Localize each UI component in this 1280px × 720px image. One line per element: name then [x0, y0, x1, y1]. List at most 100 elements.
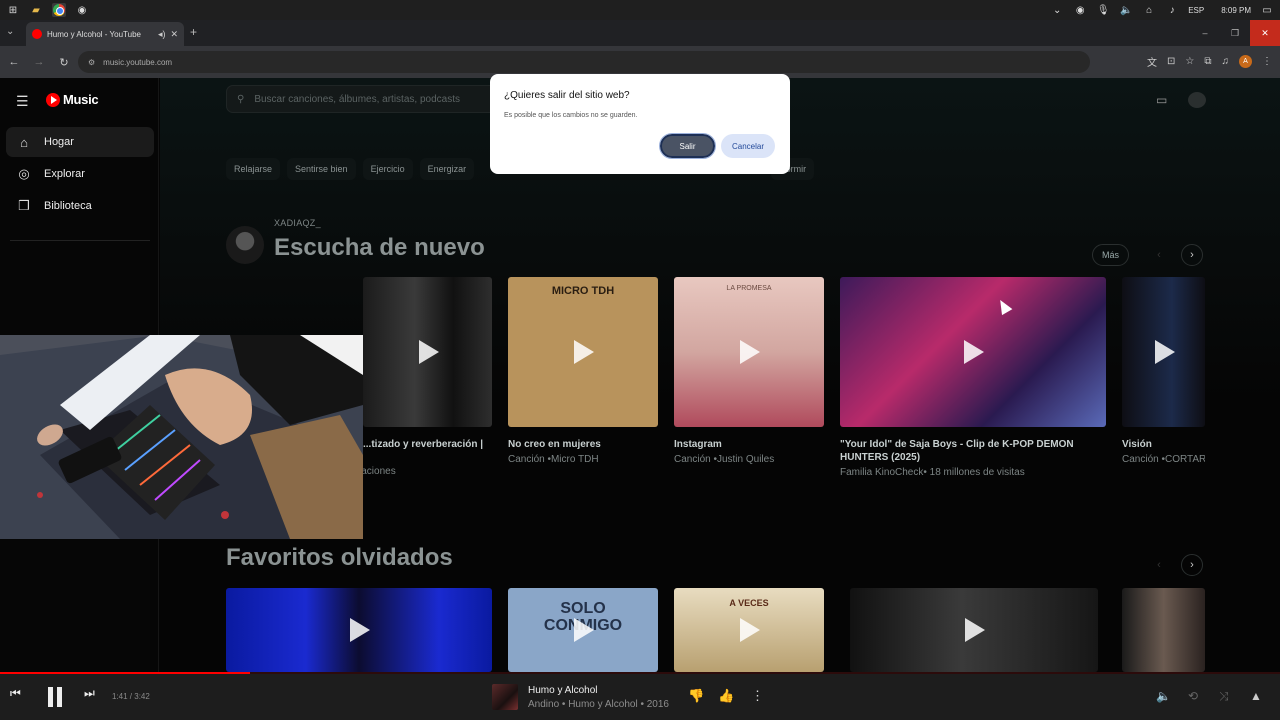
- sidebar-divider: [10, 240, 150, 241]
- new-tab-icon[interactable]: +: [190, 25, 197, 39]
- windows-icon[interactable]: ⊞: [6, 3, 20, 17]
- card2-thumbnail-5[interactable]: [1122, 588, 1205, 672]
- profile-avatar[interactable]: A: [1239, 55, 1252, 68]
- more-button[interactable]: Más: [1092, 244, 1129, 266]
- cast-icon[interactable]: ▭: [1156, 93, 1167, 107]
- card2-thumbnail-1[interactable]: [226, 588, 492, 672]
- ytmusic-logo[interactable]: Music: [46, 92, 99, 107]
- chrome-icon[interactable]: [52, 3, 66, 17]
- close-tab-icon[interactable]: ✕: [170, 29, 178, 40]
- carousel2-next-icon[interactable]: ›: [1181, 554, 1203, 576]
- audio-playing-icon[interactable]: ◂): [158, 29, 166, 40]
- now-playing-thumbnail[interactable]: [492, 684, 518, 710]
- site-info-icon[interactable]: ⚙: [88, 58, 95, 67]
- section-title-listen-again: Escucha de nuevo: [274, 234, 485, 261]
- card-thumbnail-3[interactable]: LA PROMESA: [674, 277, 824, 427]
- card-title-1[interactable]: ...tizado y reverberación |: [363, 438, 483, 451]
- extensions-icon[interactable]: ⧉: [1204, 56, 1211, 67]
- leave-button[interactable]: Salir: [659, 133, 716, 159]
- expand-player-icon[interactable]: ▲: [1250, 689, 1262, 703]
- like-icon[interactable]: 👍: [718, 688, 734, 704]
- forward-icon[interactable]: →: [28, 56, 50, 68]
- install-app-icon[interactable]: ⊡: [1167, 56, 1175, 67]
- reload-icon[interactable]: ↻: [53, 56, 75, 69]
- leave-site-dialog: ¿Quieres salir del sitio web? Es posible…: [490, 74, 790, 174]
- browser-tab[interactable]: Humo y Alcohol - YouTube ◂) ✕: [26, 22, 184, 46]
- chip-energizar[interactable]: Energizar: [419, 158, 475, 180]
- volume-icon[interactable]: 🔈: [1156, 689, 1171, 703]
- section-user: XADIAQZ_: [274, 218, 321, 228]
- omnibox[interactable]: ⚙ music.youtube.com: [78, 51, 1090, 73]
- card2-thumbnail-3[interactable]: A VECES: [674, 588, 824, 672]
- card-thumbnail-2[interactable]: MICRO TDH: [508, 277, 658, 427]
- chip-relajarse[interactable]: Relajarse: [226, 158, 281, 180]
- media-control-icon[interactable]: ♫: [1222, 56, 1230, 67]
- tab-strip: ⌄ Humo y Alcohol - YouTube ◂) ✕ + – ❐ ✕: [0, 20, 1280, 46]
- microphone-icon[interactable]: 🎙: [1096, 3, 1110, 17]
- minimize-icon[interactable]: –: [1190, 20, 1220, 46]
- speaker-icon[interactable]: ♪: [1165, 3, 1179, 17]
- restore-icon[interactable]: ❐: [1220, 20, 1250, 46]
- notifications-icon[interactable]: ▭: [1260, 3, 1274, 17]
- translate-icon[interactable]: 文: [1147, 54, 1157, 69]
- clock[interactable]: 8:09 PM: [1221, 6, 1251, 15]
- bookmark-star-icon[interactable]: ☆: [1185, 56, 1194, 67]
- carousel2-prev-icon[interactable]: ‹: [1148, 554, 1170, 576]
- chip-ejercicio[interactable]: Ejercicio: [362, 158, 413, 180]
- carousel-prev-icon[interactable]: ‹: [1148, 244, 1170, 266]
- sidebar-item-hogar[interactable]: ⌂ Hogar: [6, 127, 154, 157]
- account-avatar[interactable]: [1188, 92, 1206, 108]
- card2-thumbnail-4[interactable]: [850, 588, 1098, 672]
- album-art-text: LA PROMESA: [726, 285, 772, 292]
- close-window-icon[interactable]: ✕: [1250, 20, 1280, 46]
- card-title-4[interactable]: "Your Idol" de Saja Boys - Clip de K-POP…: [840, 438, 1090, 464]
- play-icon: [740, 340, 760, 364]
- play-icon: [965, 618, 985, 642]
- browser-menu-icon[interactable]: ⋮: [1262, 56, 1272, 67]
- cancel-button[interactable]: Cancelar: [721, 134, 775, 158]
- playback-time: 1:41 / 3:42: [112, 692, 150, 701]
- obs-icon[interactable]: ◉: [75, 3, 89, 17]
- album-art-text: A VECES: [729, 598, 769, 608]
- screen: ⊞ ▰ ◉ ⌄ ◉ 🎙 🔈 ⌂ ♪ ESP 8:09 PM ▭ ⌄ Humo y…: [0, 0, 1280, 720]
- play-icon: [964, 340, 984, 364]
- pause-icon[interactable]: [46, 687, 64, 707]
- volume-icon[interactable]: 🔈: [1119, 3, 1133, 17]
- card-title-2[interactable]: No creo en mujeres: [508, 438, 601, 451]
- language-indicator[interactable]: ESP: [1188, 6, 1204, 15]
- shuffle-icon[interactable]: ⤨: [1219, 689, 1229, 704]
- play-icon: [740, 618, 760, 642]
- section-title-forgotten-favorites: Favoritos olvidados: [226, 544, 453, 571]
- carousel-next-icon[interactable]: ›: [1181, 244, 1203, 266]
- sidebar-item-biblioteca[interactable]: ❒ Biblioteca: [6, 191, 154, 221]
- file-explorer-icon[interactable]: ▰: [29, 3, 43, 17]
- card-thumbnail-5[interactable]: [1122, 277, 1205, 427]
- tab-search-icon[interactable]: ⌄: [6, 26, 14, 37]
- sidebar-item-label: Explorar: [44, 168, 85, 180]
- card-thumbnail-1[interactable]: [363, 277, 492, 427]
- sidebar-item-explorar[interactable]: ◎ Explorar: [6, 159, 154, 189]
- chip-sentirse-bien[interactable]: Sentirse bien: [287, 158, 356, 180]
- dislike-icon[interactable]: 👎: [688, 688, 704, 704]
- search-box[interactable]: ⚲ Buscar canciones, álbumes, artistas, p…: [226, 85, 526, 113]
- now-playing-title[interactable]: Humo y Alcohol: [528, 685, 597, 696]
- more-options-icon[interactable]: ⋮: [751, 688, 764, 704]
- user-avatar[interactable]: [226, 226, 264, 264]
- card-title-3[interactable]: Instagram: [674, 438, 722, 451]
- menu-icon[interactable]: ☰: [16, 93, 29, 110]
- repeat-icon[interactable]: ⟲: [1188, 689, 1198, 703]
- next-track-icon[interactable]: ⏭: [84, 686, 95, 701]
- now-playing-subtitle[interactable]: Andino • Humo y Alcohol • 2016: [528, 699, 669, 710]
- back-icon[interactable]: ←: [3, 56, 25, 68]
- previous-track-icon[interactable]: ⏮: [10, 686, 21, 701]
- card-thumbnail-4[interactable]: [840, 277, 1106, 427]
- card-title-5[interactable]: Visión: [1122, 438, 1152, 451]
- webcam-feed: [0, 335, 363, 539]
- browser-toolbar-icons: 文 ⊡ ☆ ⧉ ♫ A ⋮: [1147, 54, 1272, 69]
- chevron-up-icon[interactable]: ⌄: [1050, 3, 1064, 17]
- record-icon[interactable]: ◉: [1073, 3, 1087, 17]
- playback-progress-bar[interactable]: [0, 672, 251, 674]
- url-text[interactable]: music.youtube.com: [103, 58, 172, 67]
- card2-thumbnail-2[interactable]: SOLO CONMIGO: [508, 588, 658, 672]
- network-icon[interactable]: ⌂: [1142, 3, 1156, 17]
